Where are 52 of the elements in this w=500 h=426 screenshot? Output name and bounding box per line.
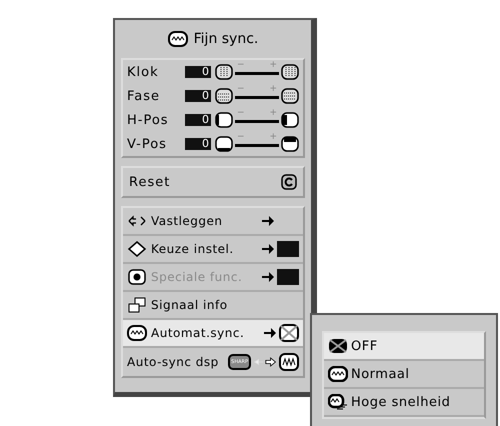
- adjust-icon: [281, 88, 299, 104]
- reset-icon[interactable]: [281, 174, 297, 190]
- arrow-icon: [263, 327, 277, 339]
- adjust-icon: [215, 112, 233, 128]
- diamond-icon: [127, 241, 147, 257]
- plus-sign: +: [269, 108, 277, 118]
- menu-item[interactable]: Keuze instel.: [123, 236, 303, 264]
- arrow-icon: [261, 243, 275, 255]
- value-display: 0: [185, 114, 211, 126]
- slider-track[interactable]: [235, 120, 279, 123]
- arrow-icon: [261, 215, 275, 227]
- adjust-icon: [281, 64, 299, 80]
- minus-sign: −: [237, 60, 245, 70]
- slider-track[interactable]: [235, 96, 279, 99]
- value-box: [277, 269, 299, 285]
- slider-track[interactable]: [235, 72, 279, 75]
- option-item[interactable]: Hoge snelheid: [324, 389, 484, 417]
- adjust-icon: [215, 136, 233, 152]
- adjust-icon: [281, 112, 299, 128]
- wave-icon: [127, 325, 147, 341]
- swap-arrows-icon: [253, 356, 277, 368]
- menu-title: Fijn sync.: [194, 31, 258, 47]
- setting-label: Fase: [127, 88, 162, 104]
- wave-icon: [168, 31, 188, 47]
- minus-sign: −: [237, 108, 245, 118]
- plus-sign: +: [269, 132, 277, 142]
- value-box: [277, 241, 299, 257]
- setting-label: H-Pos: [127, 112, 170, 128]
- slider-track[interactable]: [235, 144, 279, 147]
- dial-icon: [127, 269, 147, 285]
- value-display: 0: [185, 138, 211, 150]
- option-item[interactable]: Normaal: [324, 361, 484, 389]
- option-item[interactable]: OFF: [324, 333, 484, 361]
- minus-sign: −: [237, 132, 245, 142]
- adjust-icon: [281, 136, 299, 152]
- value-display: 0: [185, 66, 211, 78]
- setting-label: V-Pos: [127, 136, 168, 152]
- adjust-icon: [215, 88, 233, 104]
- wave-icon: [279, 353, 299, 371]
- arrow-icon: [261, 271, 275, 283]
- menu-item[interactable]: Vastleggen: [123, 208, 303, 236]
- setting-label: Klok: [127, 64, 160, 80]
- monitor-icon: [127, 297, 147, 313]
- adjust-icon: [215, 64, 233, 80]
- reset-label[interactable]: Reset: [129, 174, 187, 190]
- value-display: 0: [185, 90, 211, 102]
- plus-sign: +: [269, 84, 277, 94]
- wave-icon: [328, 366, 348, 382]
- menu-item[interactable]: Automat.sync.: [123, 320, 303, 348]
- minus-sign: −: [237, 84, 245, 94]
- fast-wave-icon: [328, 394, 348, 410]
- plus-sign: +: [269, 60, 277, 70]
